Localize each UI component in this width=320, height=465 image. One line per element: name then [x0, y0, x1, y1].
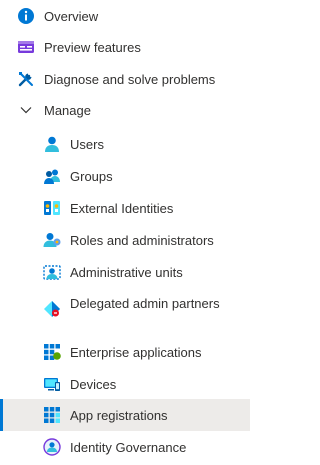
menu-item-enterprise-applications[interactable]: Enterprise applications	[0, 336, 250, 368]
menu-item-label: Users	[70, 136, 104, 152]
roles-icon	[43, 231, 61, 249]
preview-features-icon	[17, 38, 35, 56]
delegated-admin-icon	[43, 300, 61, 318]
navigation-menu: Overview Preview features Diagnose and s…	[0, 0, 250, 465]
menu-item-label: Preview features	[44, 39, 141, 55]
menu-item-delegated-admin-partners[interactable]: Delegated admin partners	[0, 289, 250, 337]
external-identities-icon	[43, 199, 61, 217]
identity-governance-icon	[43, 438, 61, 456]
enterprise-apps-icon	[43, 343, 61, 361]
menu-item-label: Roles and administrators	[70, 232, 214, 248]
devices-icon	[43, 375, 61, 393]
menu-item-administrative-units[interactable]: Administrative units	[0, 256, 250, 288]
menu-item-label: Identity Governance	[70, 439, 187, 455]
menu-item-identity-governance[interactable]: Identity Governance	[0, 431, 250, 463]
menu-item-users[interactable]: Users	[0, 128, 250, 160]
chevron-down-icon	[17, 101, 35, 119]
administrative-units-icon	[43, 263, 61, 281]
menu-item-external-identities[interactable]: External Identities	[0, 192, 250, 224]
menu-item-preview-features[interactable]: Preview features	[0, 31, 250, 63]
menu-item-label: Groups	[70, 168, 113, 184]
manage-group-header[interactable]: Manage	[0, 94, 250, 126]
menu-group-label: Manage	[44, 102, 91, 118]
menu-item-label: Administrative units	[70, 264, 183, 280]
menu-item-diagnose[interactable]: Diagnose and solve problems	[0, 63, 250, 95]
menu-item-label: Delegated admin partners	[70, 296, 220, 311]
menu-item-label: Diagnose and solve problems	[44, 71, 216, 87]
menu-item-app-registrations[interactable]: App registrations	[0, 399, 250, 431]
user-icon	[43, 135, 61, 153]
app-registrations-icon	[43, 406, 61, 424]
groups-icon	[43, 167, 61, 185]
menu-item-label: Enterprise applications	[70, 344, 202, 360]
menu-item-roles-and-administrators[interactable]: Roles and administrators	[0, 224, 250, 256]
wrench-screwdriver-icon	[17, 70, 35, 88]
menu-item-label: External Identities	[70, 200, 174, 216]
menu-item-devices[interactable]: Devices	[0, 368, 250, 400]
menu-item-label: Overview	[44, 8, 99, 24]
info-icon	[17, 7, 35, 25]
menu-item-label: App registrations	[70, 407, 168, 423]
menu-item-label: Devices	[70, 376, 117, 392]
menu-item-overview[interactable]: Overview	[0, 0, 250, 32]
menu-item-groups[interactable]: Groups	[0, 160, 250, 192]
